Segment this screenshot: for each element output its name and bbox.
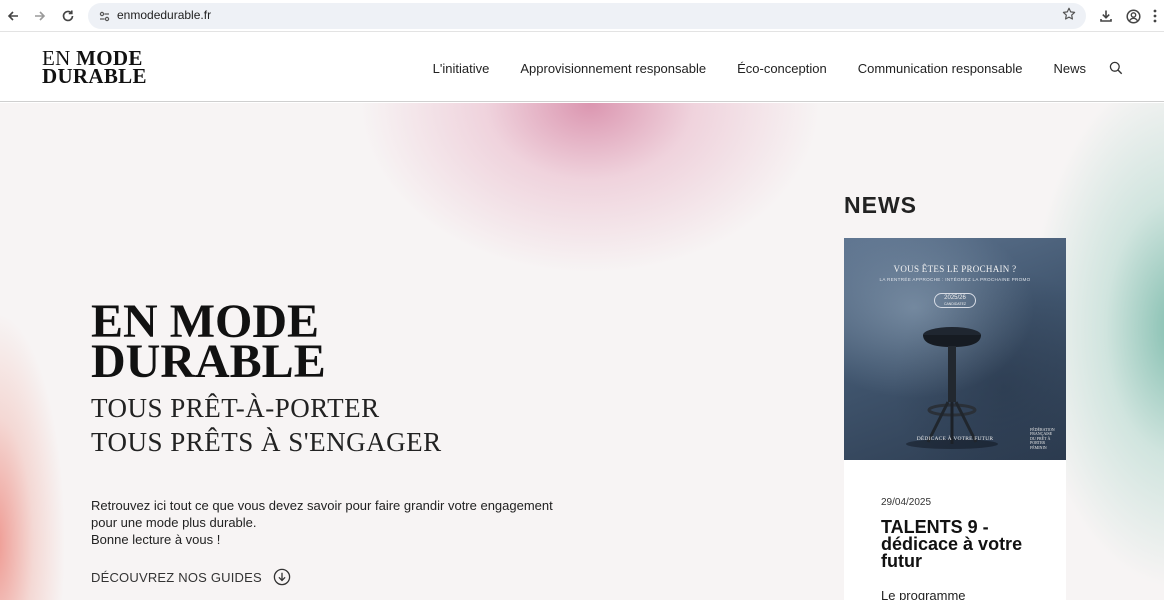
profile-icon[interactable] [1123, 6, 1143, 26]
news-heading: NEWS [844, 192, 917, 218]
url-text[interactable]: enmodedurable.fr [117, 8, 211, 22]
news-card-title[interactable]: TALENTS 9 - dédicace à votre futur [881, 518, 1051, 570]
image-year-sub: CANDIDATEZ [943, 302, 967, 306]
image-subline: LA RENTRÉE APPROCHE : INTÉGREZ LA PROCHA… [879, 277, 1031, 282]
nav-item-approvisionnement[interactable]: Approvisionnement responsable [520, 61, 706, 76]
hero-subtitle-1: TOUS PRÊT-À-PORTER [91, 393, 380, 423]
hero-section: EN MODE DURABLE TOUS PRÊT-À-PORTER TOUS … [0, 103, 1164, 600]
arrow-down-circle-icon [273, 568, 291, 586]
search-icon[interactable] [1108, 60, 1124, 76]
hero-intro-line-1: Retrouvez ici tout ce que vous devez sav… [91, 498, 553, 530]
site-logo[interactable]: EN MODE DURABLE [42, 48, 147, 88]
hero-intro-text: Retrouvez ici tout ce que vous devez sav… [91, 497, 581, 548]
logo-durable: DURABLE [42, 64, 147, 88]
news-card-excerpt: Le programme [881, 588, 966, 600]
site-header: EN MODE DURABLE L'initiative Approvision… [0, 33, 1164, 102]
hero-title: EN MODE DURABLE [91, 298, 326, 388]
site-info-icon[interactable] [96, 8, 112, 24]
main-navigation: L'initiative Approvisionnement responsab… [402, 60, 1124, 76]
arrow-left-icon[interactable] [2, 5, 24, 27]
image-headline: VOUS ÊTES LE PROCHAIN ? [893, 264, 1017, 274]
news-card[interactable]: VOUS ÊTES LE PROCHAIN ? LA RENTRÉE APPRO… [844, 238, 1066, 600]
hero-subtitle-2: TOUS PRÊTS À S'ENGAGER [91, 427, 442, 457]
nav-item-initiative[interactable]: L'initiative [433, 61, 490, 76]
image-federation-logo: FÉDÉRATION FRANÇAISE DU PRÊT À PORTER FÉ… [1030, 427, 1055, 450]
hero-intro-line-2: Bonne lecture à vous ! [91, 532, 221, 547]
address-bar[interactable]: enmodedurable.fr [88, 3, 1086, 29]
image-year: 2025/26 [944, 295, 966, 301]
discover-guides-link[interactable]: DÉCOUVREZ NOS GUIDES [91, 568, 291, 586]
browser-toolbar: enmodedurable.fr [0, 0, 1164, 32]
arrow-right-icon[interactable] [29, 5, 51, 27]
nav-item-communication[interactable]: Communication responsable [858, 61, 1023, 76]
discover-guides-label: DÉCOUVREZ NOS GUIDES [91, 569, 262, 585]
download-icon[interactable] [1096, 6, 1116, 26]
star-icon[interactable] [1062, 7, 1076, 24]
reload-icon[interactable] [57, 5, 79, 27]
news-card-image[interactable]: VOUS ÊTES LE PROCHAIN ? LA RENTRÉE APPRO… [844, 238, 1066, 460]
hero-title-durable: DURABLE [91, 335, 326, 388]
menu-icon[interactable] [1150, 6, 1160, 26]
nav-item-eco-conception[interactable]: Éco-conception [737, 61, 827, 76]
image-year-badge: 2025/26 CANDIDATEZ [934, 293, 976, 308]
news-card-date: 29/04/2025 [881, 497, 932, 508]
nav-item-news[interactable]: News [1053, 61, 1086, 76]
